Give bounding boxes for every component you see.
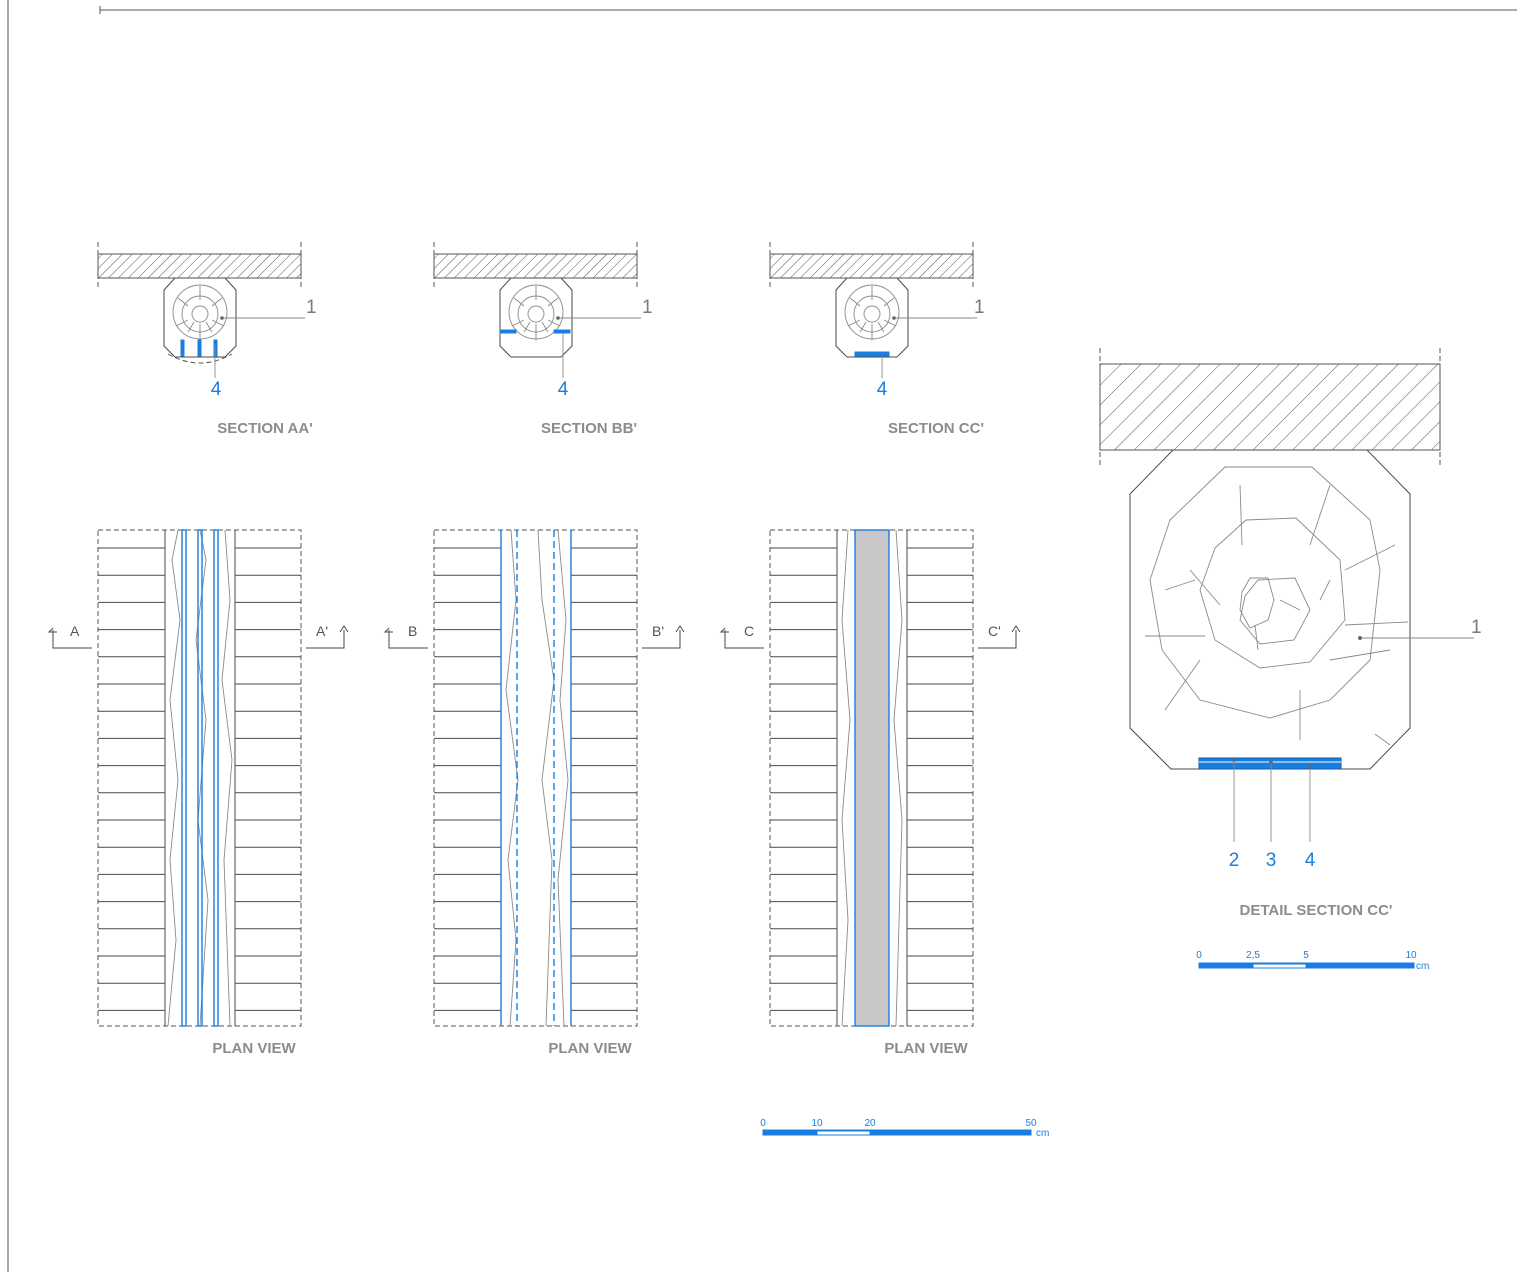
cut-marker-left: A xyxy=(47,623,92,649)
section-title: SECTION AA' xyxy=(217,420,313,437)
scale-bar-plan: 0 10 20 50 cm xyxy=(760,1118,1049,1139)
section-title: SECTION BB' xyxy=(541,420,637,437)
log-cross-section-detail xyxy=(1129,449,1411,770)
scale-bar-detail: 0 2,5 5 10 cm xyxy=(1196,950,1429,972)
section-cc: 1 4 SECTION CC' xyxy=(769,242,985,437)
scale-unit: cm xyxy=(1036,1128,1049,1139)
cut-marker-left: C xyxy=(719,623,764,649)
sheet-frame xyxy=(7,0,1517,1272)
plan-title: PLAN VIEW xyxy=(548,1040,632,1057)
leader-label-4: 4 xyxy=(211,379,222,400)
technical-drawing: 1 4 SECTION AA' 1 4 SECTION BB' 1 4 SECT… xyxy=(7,0,1517,1272)
bottom-plate xyxy=(854,351,890,357)
detail-title: DETAIL SECTION CC' xyxy=(1239,902,1392,919)
cut-marker-right: C' xyxy=(978,623,1021,649)
plan-view-b: B B' PLAN VIEW xyxy=(383,529,685,1057)
scale-tick-10: 10 xyxy=(1405,950,1417,961)
cut-label-right: B' xyxy=(652,623,664,639)
log-cross-section xyxy=(499,277,573,358)
cut-marker-left: B xyxy=(383,623,428,649)
leader-label-1: 1 xyxy=(974,297,985,318)
cut-label-left: B xyxy=(408,623,417,639)
cut-marker-right: A' xyxy=(306,623,349,649)
detail-callout-3: 3 xyxy=(1266,850,1277,871)
leader-label-1: 1 xyxy=(642,297,653,318)
cut-marker-right: B' xyxy=(642,623,685,649)
plan-title: PLAN VIEW xyxy=(884,1040,968,1057)
rebar-rods xyxy=(180,339,218,357)
cut-label-left: A xyxy=(70,623,80,639)
bottom-plate xyxy=(854,529,890,1027)
log-cross-section xyxy=(835,277,909,358)
scale-tick-2-5: 2,5 xyxy=(1246,950,1260,961)
floor-planks xyxy=(434,547,637,1011)
cut-label-right: C' xyxy=(988,623,1001,639)
floor-planks xyxy=(98,547,301,1011)
leader-label-1: 1 xyxy=(306,297,317,318)
detail-section-cc: 1 2 3 4 DETAIL SECTION CC' xyxy=(1099,348,1482,919)
leader-label-4: 4 xyxy=(877,379,888,400)
section-aa: 1 4 SECTION AA' xyxy=(97,242,317,437)
plan-title: PLAN VIEW xyxy=(212,1040,296,1057)
leader-label-4: 4 xyxy=(558,379,569,400)
detail-leader-label-1: 1 xyxy=(1471,617,1482,638)
detail-plate xyxy=(1198,757,1342,770)
detail-callout-4: 4 xyxy=(1305,850,1316,871)
scale-unit: cm xyxy=(1416,961,1429,972)
section-title: SECTION CC' xyxy=(888,420,984,437)
plan-view-c: C C' PLAN VIEW xyxy=(719,529,1021,1057)
scale-tick-10: 10 xyxy=(811,1118,823,1129)
side-plates xyxy=(499,329,571,334)
section-bb: 1 4 SECTION BB' xyxy=(433,242,653,437)
cut-label-left: C xyxy=(744,623,754,639)
scale-tick-0: 0 xyxy=(760,1118,766,1129)
scale-tick-0: 0 xyxy=(1196,950,1202,961)
plan-view-a: A A' PLAN VIEW xyxy=(47,529,349,1057)
scale-tick-20: 20 xyxy=(864,1118,876,1129)
detail-callout-2: 2 xyxy=(1229,850,1240,871)
scale-tick-5: 5 xyxy=(1303,950,1309,961)
cut-label-right: A' xyxy=(316,623,328,639)
